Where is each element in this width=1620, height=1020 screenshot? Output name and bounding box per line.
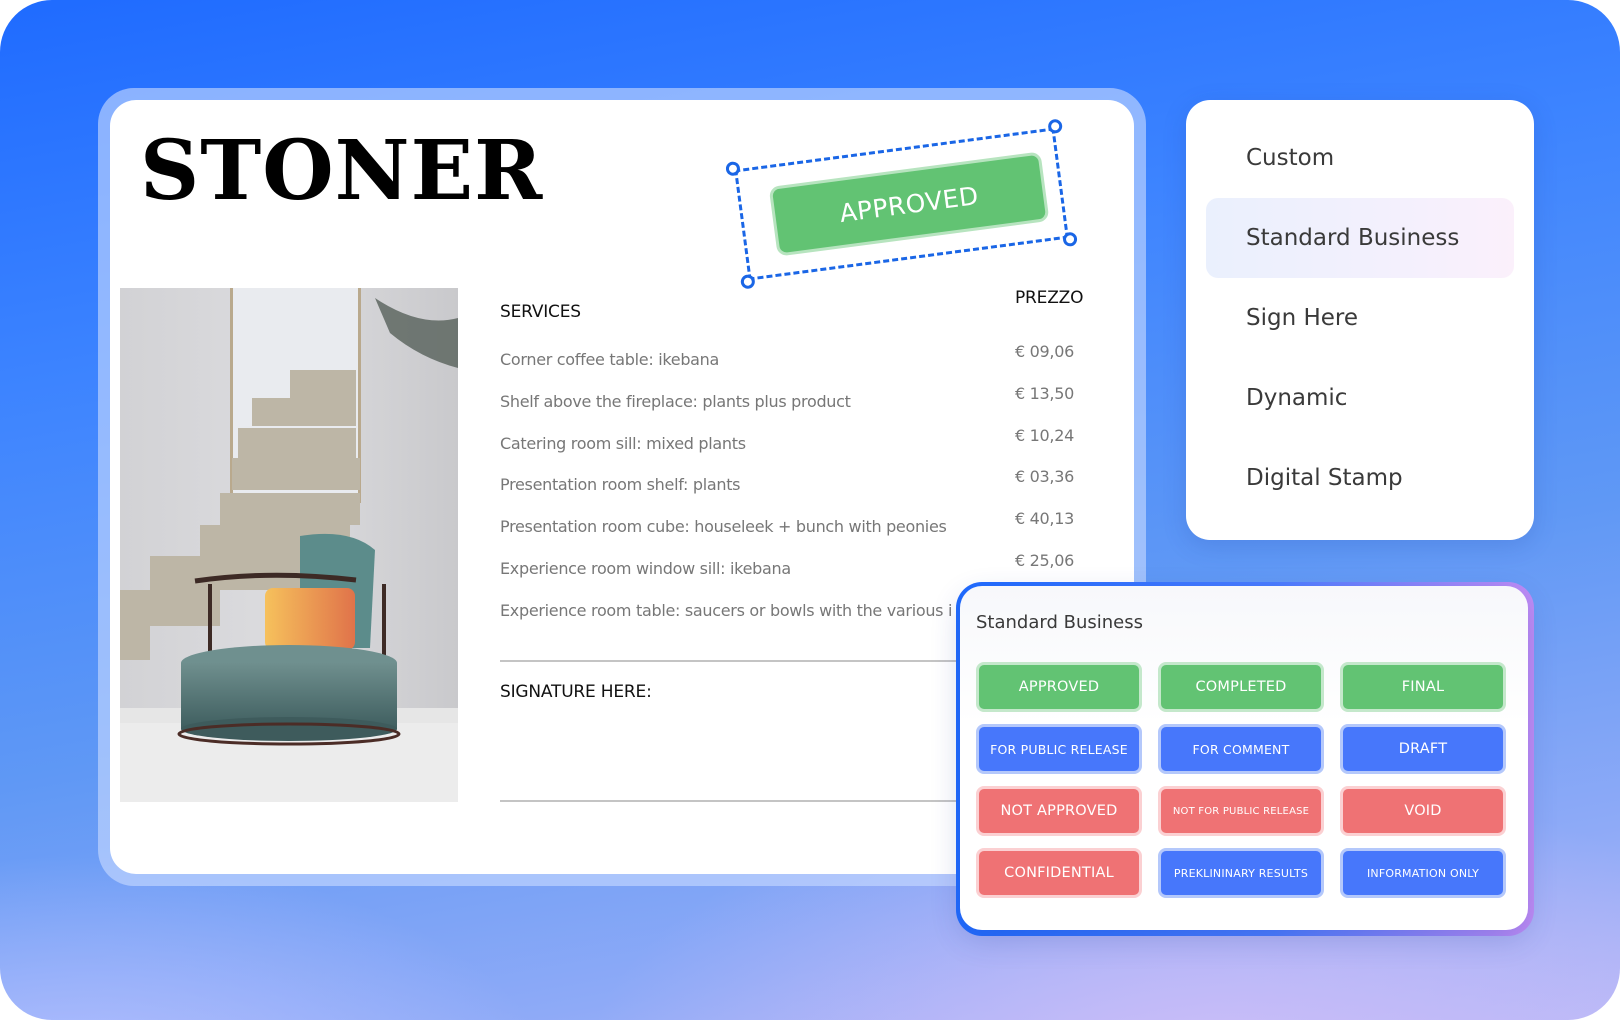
service-price: € 25,06 (1015, 550, 1074, 570)
service-price: € 09,06 (1015, 342, 1074, 361)
service-price: € 40,13 (1015, 509, 1074, 529)
service-price: € 03,36 (1015, 467, 1074, 487)
stamp-void[interactable]: VOID (1340, 786, 1506, 836)
menu-item-sign-here[interactable]: Sign Here (1206, 278, 1514, 358)
services-header: SERVICES (500, 302, 581, 322)
photo-illustration (120, 288, 458, 802)
stamp-completed[interactable]: COMPLETED (1158, 662, 1324, 712)
brand-title: STONER (140, 123, 544, 219)
stamp-for-public-release[interactable]: FOR PUBLIC RELEASE (976, 724, 1142, 774)
service-name: Catering room sill: mixed plants (500, 433, 746, 453)
stamp-grid: APPROVED COMPLETED FINAL FOR PUBLIC RELE… (976, 662, 1506, 898)
price-header: PREZZO (1015, 288, 1084, 308)
stamp-category-menu: Custom Standard Business Sign Here Dynam… (1186, 100, 1534, 540)
stamp-preliminary-results[interactable]: PREKLININARY RESULTS (1158, 848, 1324, 898)
service-row: Catering room sill: mixed plants € 10,24 (500, 426, 1074, 476)
stamp-information-only[interactable]: INFORMATION ONLY (1340, 848, 1506, 898)
stamp-not-for-public-release[interactable]: NOT FOR PUBLIC RELEASE (1158, 786, 1324, 836)
stamp-confidential[interactable]: CONFIDENTIAL (976, 848, 1142, 898)
service-name: Experience room table: saucers or bowls … (500, 600, 953, 620)
service-name: Presentation room cube: houseleek + bunc… (500, 517, 947, 537)
service-row: Presentation room cube: houseleek + bunc… (500, 509, 1074, 559)
stamp-panel-title: Standard Business (976, 612, 1143, 633)
menu-item-dynamic[interactable]: Dynamic (1206, 358, 1514, 438)
menu-item-custom[interactable]: Custom (1206, 118, 1514, 198)
stamp-panel: Standard Business APPROVED COMPLETED FIN… (960, 586, 1528, 930)
service-name: Presentation room shelf: plants (500, 475, 741, 495)
stamp-not-approved[interactable]: NOT APPROVED (976, 786, 1142, 836)
stamp-approved[interactable]: APPROVED (976, 662, 1142, 712)
stamp-final[interactable]: FINAL (1340, 662, 1506, 712)
service-row: Presentation room shelf: plants € 03,36 (500, 467, 1074, 517)
menu-item-standard-business[interactable]: Standard Business (1206, 198, 1514, 278)
service-name: Corner coffee table: ikebana (500, 350, 720, 369)
service-row: Shelf above the fireplace: plants plus p… (500, 384, 1074, 434)
service-row: Corner coffee table: ikebana € 09,06 (500, 342, 1074, 392)
stamp-draft[interactable]: DRAFT (1340, 724, 1506, 774)
service-price: € 13,50 (1015, 383, 1074, 403)
interior-photo (120, 288, 458, 802)
menu-item-digital-stamp[interactable]: Digital Stamp (1206, 438, 1514, 518)
service-name: Shelf above the fireplace: plants plus p… (500, 391, 851, 411)
service-name: Experience room window sill: ikebana (500, 558, 791, 578)
stamp-for-comment[interactable]: FOR COMMENT (1158, 724, 1324, 774)
signature-label: SIGNATURE HERE: (500, 682, 652, 702)
service-price: € 10,24 (1015, 425, 1074, 445)
